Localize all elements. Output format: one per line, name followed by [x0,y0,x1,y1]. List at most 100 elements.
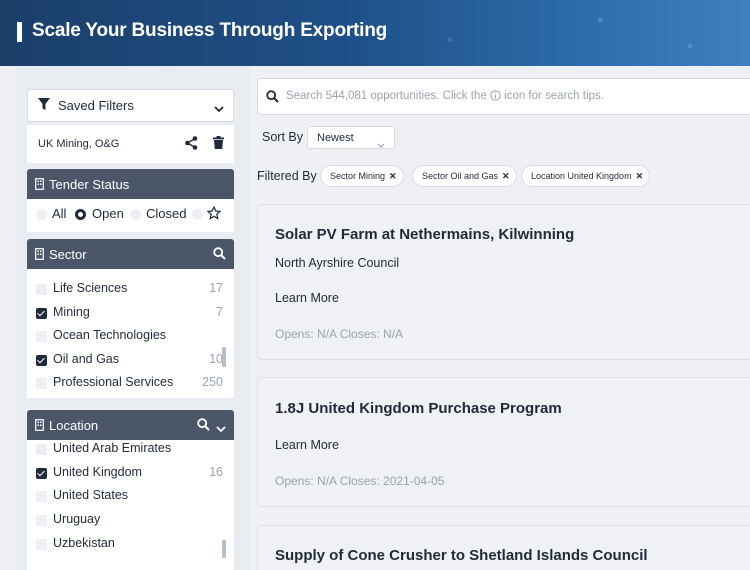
checkbox[interactable] [36,284,47,295]
search-placeholder-start: Search 544,081 opportunities. Click the [286,90,487,102]
location-item-label: Uruguay [53,512,101,526]
radio-all-label: All [52,206,67,221]
saved-filters-label: Saved Filters [58,98,134,113]
result-card[interactable]: Solar PV Farm at Nethermains, Kilwinning… [257,204,750,360]
location-item-count: 16 [209,465,223,479]
sector-item-label: Oil and Gas [53,352,120,366]
tender-status-header[interactable]: Tender Status [27,169,234,199]
result-title[interactable]: Solar PV Farm at Nethermains, Kilwinning [275,226,574,243]
search-placeholder: Search 544,081 opportunities. Click the … [286,90,604,104]
result-title[interactable]: 1.8J United Kingdom Purchase Program [275,400,562,417]
location-item-label: Uzbekistan [53,536,115,550]
sector-item-label: Life Sciences [53,281,128,295]
filter-chip-label: Sector Oil and Gas [422,171,499,181]
sector-item-label: Professional Services [53,375,174,389]
radio-all[interactable] [36,209,47,220]
checkbox[interactable] [36,331,47,342]
share-icon[interactable] [185,136,198,155]
sector-header[interactable]: Sector [27,239,234,269]
sector-item-oil-and-gas[interactable]: Oil and Gas 10 [27,351,234,371]
checkbox[interactable] [36,539,47,550]
radio-open-label: Open [92,206,124,221]
saved-filters-dropdown[interactable]: Saved Filters [27,89,234,122]
trash-icon[interactable] [213,136,224,154]
location-item-uzbekistan[interactable]: Uzbekistan [27,535,234,555]
chevron-down-icon [377,135,385,153]
filter-chip-location-uk[interactable]: Location United Kingdom ✕ [521,165,651,187]
location-item-label: United Kingdom [53,465,142,479]
checkbox[interactable] [36,491,47,502]
banner-accent-bar [17,22,22,42]
banner-title: Scale Your Business Through Exporting [32,20,388,41]
sector-item-count: 7 [216,305,223,319]
sector-item-label: Mining [53,305,90,319]
building-icon [35,247,44,265]
saved-filter-name: UK Mining, O&G [38,138,120,150]
location-item-label: United Arab Emirates [53,441,172,455]
sector-item-ocean-technologies[interactable]: Ocean Technologies [27,327,234,347]
sector-item-professional-services[interactable]: Professional Services 250 [27,374,234,394]
search-input[interactable]: Search 544,081 opportunities. Click the … [257,78,750,115]
filter-icon [38,98,50,116]
tender-status-body: All Open Closed [27,199,234,232]
result-organization: North Ayrshire Council [275,256,400,270]
sector-item-count: 250 [202,375,223,389]
location-item-uruguay[interactable]: Uruguay [27,511,234,531]
location-item-uae[interactable]: United Arab Emirates [27,440,234,460]
sector-title: Sector [49,247,87,262]
chevron-down-icon[interactable] [216,420,226,438]
result-card[interactable]: Supply of Cone Crusher to Shetland Islan… [257,525,750,570]
checkbox-checked[interactable] [36,308,47,319]
building-icon [35,418,44,436]
location-list: United Arab Emirates United Kingdom 16 U… [27,440,234,570]
saved-filter-item[interactable]: UK Mining, O&G [27,125,234,163]
filtered-by-label: Filtered By [257,169,317,183]
sector-item-count: 17 [209,281,223,295]
search-icon[interactable] [197,418,210,436]
filter-chip-sector-mining[interactable]: Sector Mining ✕ [320,165,404,187]
sector-scrollbar[interactable] [222,347,226,367]
checkbox[interactable] [36,444,47,455]
sector-item-count: 10 [209,352,223,366]
location-header[interactable]: Location [27,410,234,440]
location-item-label: United States [53,488,129,502]
search-icon[interactable] [213,247,226,265]
sector-item-life-sciences[interactable]: Life Sciences 17 [27,280,234,300]
search-icon [266,90,279,108]
location-title: Location [49,418,99,433]
checkbox-checked[interactable] [36,468,47,479]
star-icon[interactable] [206,205,222,223]
location-scrollbar[interactable] [222,540,226,558]
checkbox[interactable] [36,515,47,526]
tender-status-options: All Open Closed [27,205,234,225]
radio-closed[interactable] [130,209,141,220]
learn-more-link[interactable]: Learn More [275,438,339,452]
location-item-united-states[interactable]: United States [27,487,234,507]
sort-by-label: Sort By [262,130,303,144]
radio-open[interactable] [75,209,86,220]
result-dates: Opens: N/A Closes: N/A [275,327,404,341]
result-card[interactable]: 1.8J United Kingdom Purchase Program Lea… [257,377,750,507]
radio-closed-label: Closed [146,206,187,221]
sector-item-label: Ocean Technologies [53,328,167,342]
learn-more-link[interactable]: Learn More [275,291,339,305]
tender-status-title: Tender Status [49,177,130,192]
sort-select[interactable]: Newest [307,126,395,149]
close-icon[interactable]: ✕ [636,171,644,181]
sector-list: Life Sciences 17 Mining 7 Ocean Technolo… [27,269,234,398]
filter-chip-label: Sector Mining [330,171,386,181]
result-dates: Opens: N/A Closes: 2021-04-05 [275,474,445,488]
close-icon[interactable]: ✕ [389,171,397,181]
search-placeholder-end: icon for search tips. [504,90,604,102]
radio-starred[interactable] [192,209,203,220]
location-item-united-kingdom[interactable]: United Kingdom 16 [27,464,234,484]
info-icon[interactable] [490,90,501,104]
checkbox-checked[interactable] [36,355,47,366]
close-icon[interactable]: ✕ [502,171,510,181]
result-title[interactable]: Supply of Cone Crusher to Shetland Islan… [275,547,648,564]
filter-chip-sector-oil-gas[interactable]: Sector Oil and Gas ✕ [412,165,517,187]
sector-item-mining[interactable]: Mining 7 [27,304,234,324]
chevron-down-icon [214,100,224,118]
filter-chip-label: Location United Kingdom [531,171,632,181]
checkbox[interactable] [36,378,47,389]
